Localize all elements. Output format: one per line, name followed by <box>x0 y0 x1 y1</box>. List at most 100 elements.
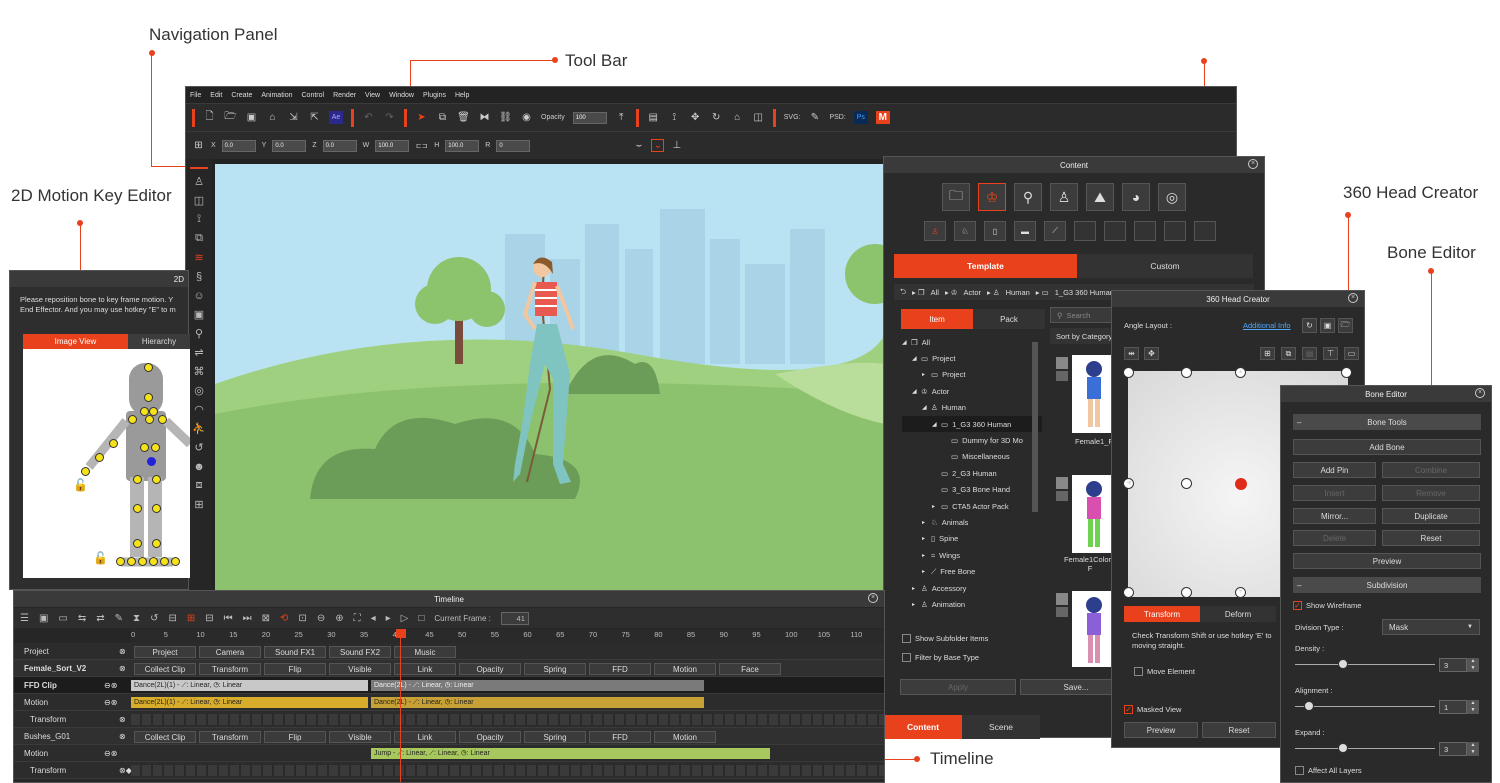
zoom-in-icon[interactable]: ⊕ <box>335 613 343 624</box>
media-icon[interactable]: ◎ <box>1158 183 1186 211</box>
insert-button[interactable]: Insert <box>1293 485 1376 501</box>
menu-help[interactable]: Help <box>455 92 469 99</box>
mirror-button[interactable]: Mirror... <box>1293 508 1376 524</box>
bone-joint[interactable] <box>158 415 167 424</box>
show-wireframe-checkbox[interactable]: ✓ <box>1293 601 1302 610</box>
content-thumbnail[interactable] <box>1050 589 1112 669</box>
flip-icon[interactable]: ⧓ <box>478 111 491 124</box>
walk-icon[interactable]: ⛹ <box>192 422 206 435</box>
flip-icon[interactable]: ⊤ <box>1323 347 1338 360</box>
current-frame-input[interactable]: 41 <box>500 611 529 625</box>
subdivision-header[interactable]: – Subdivision <box>1293 577 1481 593</box>
tree-item[interactable]: ▭ Miscellaneous <box>902 449 1042 465</box>
rotate-icon[interactable]: ↻ <box>710 111 723 124</box>
tree-item[interactable]: ◢ ▭ 1_G3 360 Human <box>902 415 1042 433</box>
timeline-cell[interactable]: Music <box>394 646 456 658</box>
image-icon[interactable]: ▤ <box>647 111 660 124</box>
bone-joint[interactable] <box>127 557 136 566</box>
bone-joint[interactable] <box>151 443 160 452</box>
scene-icon[interactable]: ⛰ <box>1086 183 1114 211</box>
next-key-icon[interactable]: ⏭ <box>243 613 252 624</box>
head-reset-button[interactable]: Reset <box>1202 722 1276 738</box>
key-editor-icon[interactable]: ≋ <box>193 251 206 264</box>
sort-dropdown[interactable]: Sort by Category <box>1050 328 1112 344</box>
tree-item[interactable]: ▸ ▭ Project <box>902 367 1042 383</box>
tab-custom[interactable]: Custom <box>1077 254 1253 278</box>
attach-icon[interactable]: ⤒ <box>615 111 628 124</box>
photoshop-icon[interactable]: Ps <box>853 111 868 124</box>
add-bone-button[interactable]: Add Bone <box>1293 439 1481 455</box>
sort-icon[interactable]: ⇆ <box>78 613 86 624</box>
timeline-cell[interactable]: FFD <box>589 663 651 675</box>
close-icon[interactable]: × <box>1348 293 1358 303</box>
tree-item[interactable]: ◢ ▭ Project <box>902 350 1042 366</box>
marketplace-icon[interactable]: M <box>875 111 890 124</box>
tab-content[interactable]: Content <box>884 715 962 739</box>
merge-icon[interactable]: ⊟ <box>205 613 213 624</box>
back-icon[interactable]: ⮌ <box>900 286 906 299</box>
import-icon[interactable]: ⇲ <box>287 111 300 124</box>
alignment-input[interactable]: 1 <box>1439 700 1467 714</box>
bone-joint[interactable] <box>133 475 142 484</box>
key-icon[interactable]: ⧗ <box>133 613 140 624</box>
ik-icon[interactable]: ⌣ <box>632 139 645 152</box>
menu-plugins[interactable]: Plugins <box>423 92 446 99</box>
apply-button[interactable]: Apply <box>900 679 1016 695</box>
timeline-cell[interactable]: Collect Clip <box>134 731 196 743</box>
content-thumbnail[interactable]: Female1ColorA F <box>1050 473 1116 583</box>
menu-render[interactable]: Render <box>333 92 356 99</box>
angle-point-active[interactable] <box>1235 478 1247 490</box>
tree-arrow-icon[interactable]: ◢ <box>922 404 931 411</box>
mask-icon[interactable]: ▣ <box>193 308 206 321</box>
save-layout-icon[interactable]: ▣ <box>1320 318 1335 333</box>
motion-category-icon[interactable]: ♙ <box>1050 183 1078 211</box>
tree-item[interactable]: ◢ ♔ Actor <box>902 383 1042 399</box>
tab-transform[interactable]: Transform <box>1124 606 1200 622</box>
timeline-cell[interactable]: Sound FX2 <box>329 646 391 658</box>
after-effects-icon[interactable]: Ae <box>329 111 343 124</box>
tree-arrow-icon[interactable]: ▸ <box>922 371 931 378</box>
tree-arrow-icon[interactable]: ◢ <box>912 388 921 395</box>
loop-icon[interactable]: ↺ <box>150 613 158 624</box>
tree-item[interactable]: ▸ ♙ Accessory <box>902 580 1042 596</box>
refresh-icon[interactable]: ↻ <box>1302 318 1317 333</box>
opacity-input[interactable]: 100 <box>572 111 607 124</box>
r-input[interactable]: 0 <box>496 139 531 152</box>
bone-joint[interactable] <box>145 415 154 424</box>
show-subfolder-checkbox[interactable] <box>902 634 911 643</box>
timeline-cell[interactable]: Opacity <box>459 663 521 675</box>
fit-icon[interactable]: ⛶ <box>354 613 361 624</box>
bone-joint[interactable] <box>81 467 90 476</box>
tree-item[interactable]: ◢ ♙ Human <box>902 400 1042 416</box>
open-icon[interactable]: 🗁 <box>224 111 237 124</box>
export-icon[interactable]: ⇱ <box>308 111 321 124</box>
free-bone-icon[interactable]: ⟋ <box>1044 221 1066 241</box>
copy-icon[interactable]: ⧉ <box>1281 347 1296 360</box>
close-icon[interactable]: × <box>868 593 878 603</box>
delete-button[interactable]: Delete <box>1293 530 1376 546</box>
prev-frame-icon[interactable]: ◂ <box>371 613 376 624</box>
redo-icon[interactable]: ↷ <box>383 111 396 124</box>
move-icon[interactable]: ✥ <box>689 111 702 124</box>
lock-icon[interactable]: ⊡ <box>298 613 306 624</box>
transform-key-strip-2[interactable] <box>131 765 884 776</box>
x-input[interactable]: 0.0 <box>221 139 256 152</box>
actor-category-icon[interactable]: ♔ <box>978 183 1006 211</box>
expand-input[interactable]: 3 <box>1439 742 1467 756</box>
tree-arrow-icon[interactable]: ▸ <box>922 519 931 526</box>
tree-arrow-icon[interactable]: ▸ <box>912 601 921 608</box>
tree-arrow-icon[interactable]: ▸ <box>932 503 941 510</box>
bone-joint[interactable] <box>152 539 161 548</box>
content-thumbnail[interactable]: Female1_F <box>1050 353 1113 463</box>
angle-point[interactable] <box>1181 367 1192 378</box>
motion-clip-bar[interactable]: Dance(2L)(1) - ⟋: Linear, ◷: Linear <box>131 697 368 708</box>
animal-icon[interactable]: ♘ <box>954 221 976 241</box>
density-stepper[interactable]: ▲ ▼ <box>1467 658 1479 672</box>
tab-deform[interactable]: Deform <box>1200 606 1276 622</box>
camera-icon[interactable]: ◎ <box>193 384 206 397</box>
bone-joint[interactable] <box>149 557 158 566</box>
stop-icon[interactable]: □ <box>418 613 424 624</box>
tab-image-view[interactable]: Image View <box>23 334 128 349</box>
expand-stepper[interactable]: ▲ ▼ <box>1467 742 1479 756</box>
tree-arrow-icon[interactable]: ▸ <box>922 568 931 575</box>
